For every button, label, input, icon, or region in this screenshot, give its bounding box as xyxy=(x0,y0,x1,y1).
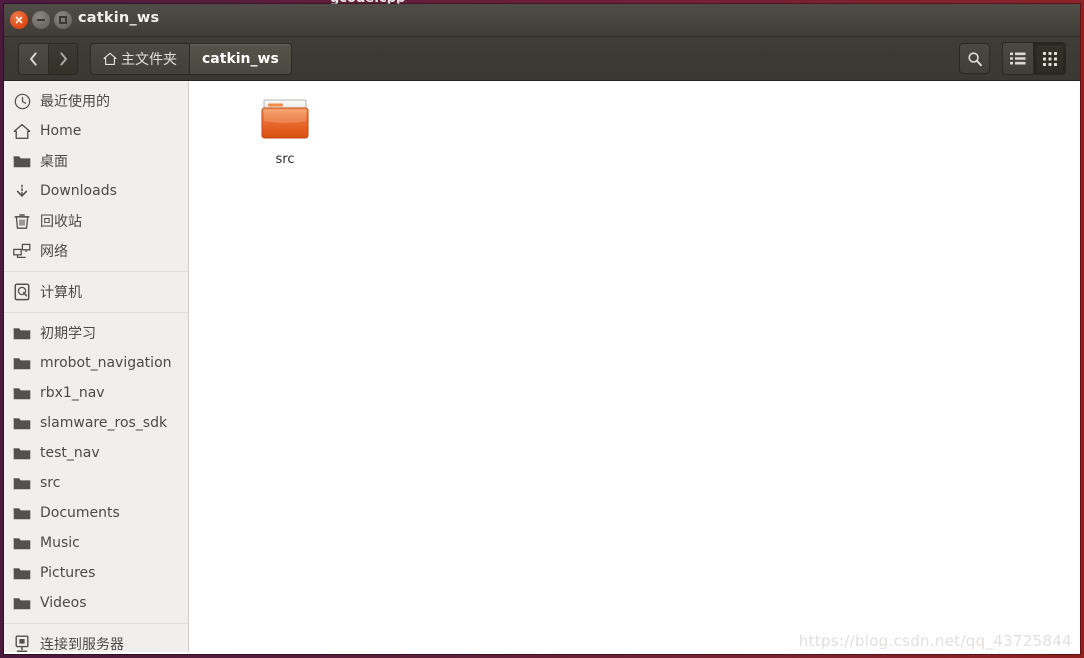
trash-icon xyxy=(13,212,31,230)
window-controls xyxy=(10,11,72,29)
close-icon xyxy=(15,16,23,24)
sidebar-item-[interactable]: 连接到服务器 xyxy=(4,629,188,652)
connect-server-icon xyxy=(13,635,31,652)
watermark-text: https://blog.csdn.net/qq_43725844 xyxy=(798,632,1072,650)
sidebar-item-label: src xyxy=(40,475,61,491)
folder-icon xyxy=(13,534,31,552)
window-body: 最近使用的 Home 桌面 Downloads 回收站网络计算机初期学习 mrobot_n… xyxy=(4,81,1080,652)
sidebar-item-videos[interactable]: Videos xyxy=(4,588,188,618)
sidebar-item-label: 连接到服务器 xyxy=(40,637,124,652)
sidebar-item-home[interactable]: Home xyxy=(4,116,188,146)
folder-icon xyxy=(13,504,31,522)
minimize-button[interactable] xyxy=(32,11,50,29)
folder-icon xyxy=(13,474,31,492)
sidebar: 最近使用的 Home 桌面 Downloads 回收站网络计算机初期学习 mrobot_n… xyxy=(4,81,189,652)
sidebar-item-slamware-ros-sdk[interactable]: slamware_ros_sdk xyxy=(4,408,188,438)
sidebar-item-documents[interactable]: Documents xyxy=(4,498,188,528)
sidebar-item-label: 初期学习 xyxy=(40,326,96,342)
clock-icon xyxy=(13,92,31,110)
folder-icon xyxy=(13,594,31,612)
folder-icon xyxy=(13,152,31,170)
chevron-right-icon xyxy=(59,51,67,66)
sidebar-item-label: test_nav xyxy=(40,445,100,461)
file-item[interactable]: src xyxy=(237,97,333,167)
maximize-button[interactable] xyxy=(54,11,72,29)
folder-icon xyxy=(13,354,31,372)
sidebar-item-label: rbx1_nav xyxy=(40,385,105,401)
sidebar-item-downloads[interactable]: Downloads xyxy=(4,176,188,206)
breadcrumb-item-home-label: 主文件夹 xyxy=(121,51,177,68)
sidebar-item-[interactable]: 网络 xyxy=(4,236,188,266)
view-grid-button[interactable] xyxy=(1034,43,1065,74)
folder-icon xyxy=(13,444,31,462)
folder-icon xyxy=(259,97,311,147)
sidebar-item-label: Home xyxy=(40,123,82,139)
window-titlebar: catkin_ws xyxy=(4,4,1080,37)
search-button[interactable] xyxy=(959,43,990,74)
navigation-buttons xyxy=(18,42,78,75)
view-list-button[interactable] xyxy=(1003,43,1034,74)
folder-icon xyxy=(13,324,31,342)
close-button[interactable] xyxy=(10,11,28,29)
view-mode-buttons xyxy=(1002,42,1066,75)
sidebar-item-[interactable]: 初期学习 xyxy=(4,318,188,348)
breadcrumb-item-current[interactable]: catkin_ws xyxy=(189,43,291,74)
sidebar-item-label: 桌面 xyxy=(40,154,68,170)
sidebar-item-label: 计算机 xyxy=(40,285,82,301)
breadcrumb: 主文件夹 catkin_ws xyxy=(90,42,292,75)
sidebar-item-[interactable]: 最近使用的 xyxy=(4,86,188,116)
list-view-icon xyxy=(1010,52,1026,65)
sidebar-item-label: Music xyxy=(40,535,80,551)
sidebar-separator xyxy=(4,312,188,313)
sidebar-item-[interactable]: 计算机 xyxy=(4,277,188,307)
sidebar-item-[interactable]: 回收站 xyxy=(4,206,188,236)
sidebar-item-mrobot-navigation[interactable]: mrobot_navigation xyxy=(4,348,188,378)
forward-button[interactable] xyxy=(48,43,77,74)
home-icon xyxy=(103,52,117,65)
sidebar-item-label: slamware_ros_sdk xyxy=(40,415,168,431)
home-icon xyxy=(13,122,31,140)
search-icon xyxy=(967,51,982,66)
toolbar: 主文件夹 catkin_ws xyxy=(4,37,1080,81)
network-icon xyxy=(13,242,31,260)
computer-icon xyxy=(13,283,31,301)
maximize-icon xyxy=(59,16,67,24)
sidebar-item-label: Downloads xyxy=(40,183,117,199)
file-manager-window: catkin_ws 主文件夹 catkin_ws 最近使用的 Home 桌面 D… xyxy=(4,4,1080,654)
sidebar-item-label: Documents xyxy=(40,505,120,521)
sidebar-item-[interactable]: 桌面 xyxy=(4,146,188,176)
minimize-icon xyxy=(37,19,45,21)
sidebar-item-label: 网络 xyxy=(40,244,68,260)
breadcrumb-item-home[interactable]: 主文件夹 xyxy=(91,43,189,74)
sidebar-item-rbx1-nav[interactable]: rbx1_nav xyxy=(4,378,188,408)
file-grid: src xyxy=(189,81,1080,167)
sidebar-item-label: Pictures xyxy=(40,565,96,581)
download-icon xyxy=(13,182,31,200)
sidebar-item-test-nav[interactable]: test_nav xyxy=(4,438,188,468)
sidebar-separator xyxy=(4,623,188,624)
sidebar-item-label: Videos xyxy=(40,595,87,611)
folder-icon xyxy=(13,414,31,432)
sidebar-item-label: 最近使用的 xyxy=(40,94,110,110)
folder-icon xyxy=(13,564,31,582)
window-title: catkin_ws xyxy=(78,10,160,26)
folder-icon xyxy=(13,384,31,402)
breadcrumb-item-current-label: catkin_ws xyxy=(202,50,279,67)
grid-view-icon xyxy=(1043,51,1057,66)
back-button[interactable] xyxy=(19,43,48,74)
sidebar-item-src[interactable]: src xyxy=(4,468,188,498)
file-item-label: src xyxy=(275,152,295,167)
sidebar-item-music[interactable]: Music xyxy=(4,528,188,558)
chevron-left-icon xyxy=(30,51,37,66)
sidebar-item-label: mrobot_navigation xyxy=(40,355,172,371)
sidebar-item-pictures[interactable]: Pictures xyxy=(4,558,188,588)
toolbar-right-controls xyxy=(959,42,1066,75)
sidebar-item-label: 回收站 xyxy=(40,214,82,230)
sidebar-separator xyxy=(4,271,188,272)
file-pane[interactable]: src https://blog.csdn.net/qq_43725844 xyxy=(189,81,1080,652)
